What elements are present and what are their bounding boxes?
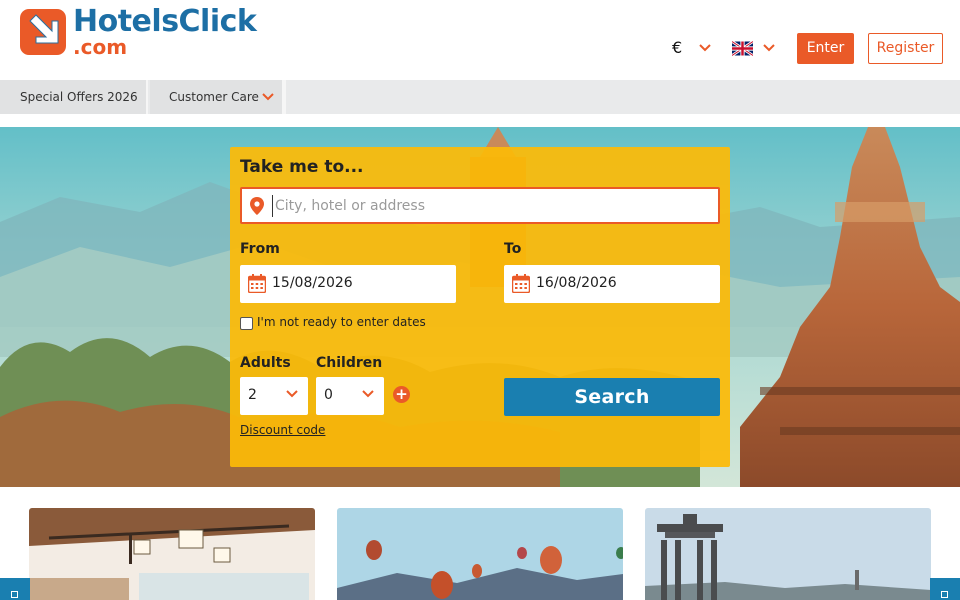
calendar-icon — [248, 274, 266, 293]
enter-button[interactable]: Enter — [797, 33, 854, 64]
main-nav: Special Offers 2026 Customer Care — [0, 80, 960, 114]
nav-divider — [284, 80, 286, 114]
offer-card-interior[interactable] — [29, 508, 315, 600]
logo-arrow-icon[interactable] — [20, 9, 66, 55]
destination-field[interactable] — [240, 187, 720, 224]
no-dates-label[interactable]: I'm not ready to enter dates — [257, 315, 426, 329]
calendar-icon — [512, 274, 530, 293]
carousel-prev-button[interactable] — [0, 578, 30, 600]
from-date-field[interactable]: 15/08/2026 — [240, 265, 456, 303]
to-label: To — [504, 241, 522, 257]
logo-domain[interactable]: .com — [73, 36, 127, 58]
adults-value: 2 — [248, 387, 257, 403]
chevron-down-icon[interactable] — [262, 93, 274, 101]
register-button[interactable]: Register — [868, 33, 943, 64]
currency-selector[interactable]: € — [672, 38, 682, 57]
children-label: Children — [316, 355, 383, 371]
carousel-next-icon — [941, 591, 948, 598]
destination-input[interactable] — [272, 195, 692, 217]
add-room-plus-icon[interactable]: + — [393, 386, 410, 403]
search-button[interactable]: Search — [504, 378, 720, 416]
adults-label: Adults — [240, 355, 291, 371]
to-date-value: 16/08/2026 — [536, 275, 617, 291]
card-image-interior — [29, 508, 315, 600]
chevron-down-icon — [286, 390, 298, 398]
card-image-monument — [645, 508, 931, 600]
chevron-down-icon[interactable] — [699, 44, 711, 52]
card-image-balloons — [337, 508, 623, 600]
carousel-next-button[interactable] — [930, 578, 960, 600]
from-label: From — [240, 241, 280, 257]
site-header: HotelsClick .com € Enter Register — [0, 0, 960, 80]
to-date-field[interactable]: 16/08/2026 — [504, 265, 720, 303]
no-dates-checkbox[interactable] — [240, 317, 253, 330]
children-select[interactable]: 0 — [316, 377, 384, 415]
from-date-value: 15/08/2026 — [272, 275, 353, 291]
offer-card-balloons[interactable] — [337, 508, 623, 600]
children-value: 0 — [324, 387, 333, 403]
nav-customer-care-label: Customer Care — [169, 90, 259, 104]
chevron-down-icon[interactable] — [763, 44, 775, 52]
discount-code-link[interactable]: Discount code — [240, 423, 325, 437]
offer-card-monument[interactable] — [645, 508, 931, 600]
search-title: Take me to... — [240, 157, 364, 177]
chevron-down-icon — [362, 390, 374, 398]
carousel-prev-icon — [11, 591, 18, 598]
adults-select[interactable]: 2 — [240, 377, 308, 415]
search-panel: Take me to... From To 15/08/2026 16/08/2… — [230, 147, 730, 467]
uk-flag-icon[interactable] — [732, 41, 753, 56]
location-pin-icon — [250, 197, 264, 215]
nav-special-offers[interactable]: Special Offers 2026 — [0, 80, 148, 114]
